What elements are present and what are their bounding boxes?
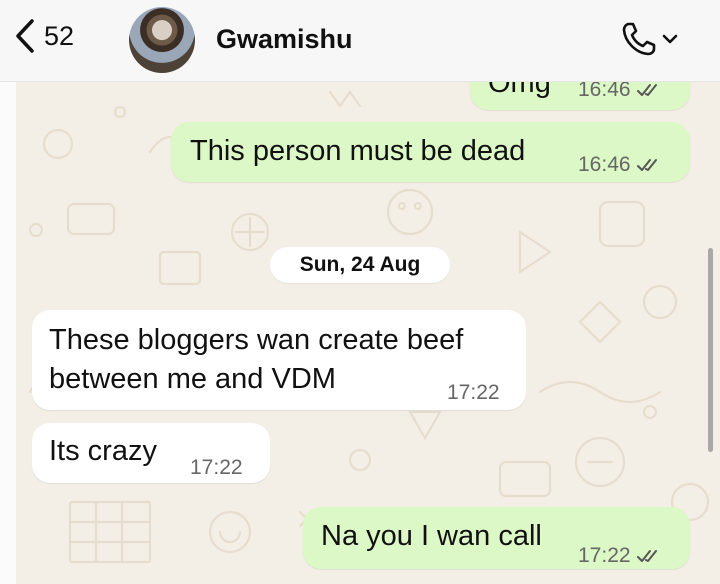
message-text: Its crazy — [49, 435, 157, 467]
message-time: 16:46 — [578, 147, 663, 183]
message-text: Na you I wan call — [321, 520, 542, 552]
phone-icon — [622, 22, 656, 56]
avatar[interactable] — [129, 7, 195, 73]
message-text-line-1: These bloggers wan create beef — [49, 324, 464, 356]
left-edge-strip — [0, 82, 16, 584]
unread-count: 52 — [44, 20, 75, 51]
message-text-line-2: between me and VDM — [49, 363, 336, 395]
message-text: This person must be dead — [190, 135, 526, 167]
double-check-icon — [636, 84, 657, 96]
contact-name[interactable]: Gwamishu — [216, 24, 353, 55]
message-time: 17:22 — [447, 381, 500, 404]
message-bubble-outgoing[interactable]: Omg 16:46 — [470, 82, 690, 110]
message-bubble-outgoing[interactable]: Na you I wan call 17:22 — [303, 507, 690, 569]
message-time: 16:46 — [578, 82, 663, 108]
date-separator: Sun, 24 Aug — [270, 247, 450, 283]
double-check-icon — [636, 550, 657, 562]
message-bubble-incoming[interactable]: Its crazy 17:22 — [32, 423, 270, 483]
message-bubble-incoming[interactable]: These bloggers wan create beef between m… — [32, 310, 526, 410]
message-bubble-outgoing[interactable]: This person must be dead 16:46 — [171, 122, 690, 182]
scrollbar[interactable] — [708, 248, 713, 452]
call-button[interactable] — [620, 20, 678, 58]
chat-header: 52 Gwamishu — [0, 0, 720, 82]
double-check-icon — [636, 159, 657, 171]
message-list[interactable]: Omg 16:46 This person must be dead 16:46… — [0, 82, 720, 584]
message-time: 17:22 — [190, 456, 243, 479]
message-time: 17:22 — [578, 538, 663, 574]
chevron-left-icon — [16, 19, 34, 53]
chevron-down-icon — [662, 34, 678, 44]
back-button[interactable]: 52 — [14, 18, 74, 54]
message-text: Omg — [488, 82, 551, 99]
